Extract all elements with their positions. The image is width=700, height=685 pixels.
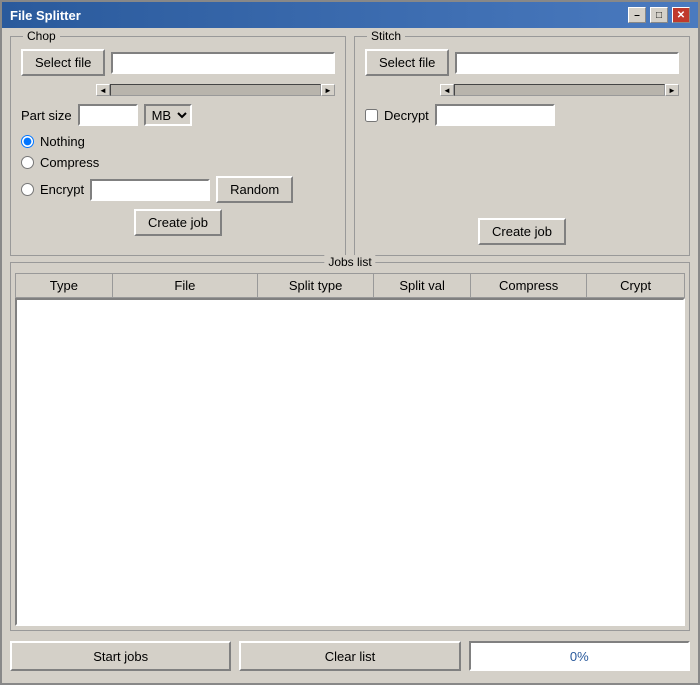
chop-panel: Chop Select file ◄ ► Par [10,36,346,256]
stitch-select-file-button[interactable]: Select file [365,49,449,76]
chop-select-row: Select file [21,49,335,76]
encrypt-row: Encrypt Random [21,176,335,203]
stitch-scroll-right-arrow[interactable]: ► [665,84,679,96]
chop-create-job-button[interactable]: Create job [134,209,222,236]
encrypt-radio[interactable] [21,183,34,196]
chop-create-job-row: Create job [21,209,335,236]
clear-list-button[interactable]: Clear list [239,641,460,671]
stitch-create-job-row: Create job [365,218,679,245]
jobs-list-section: Jobs list Type File Split type Split val… [10,262,690,631]
compress-radio[interactable] [21,156,34,169]
col-split-val: Split val [374,274,471,297]
title-bar-controls: – □ ✕ [628,7,690,23]
part-size-label: Part size [21,108,72,123]
chop-scroll-track[interactable] [110,84,321,96]
table-container: Type File Split type Split val Compress … [11,273,689,630]
part-size-input[interactable] [78,104,138,126]
chop-file-input[interactable] [111,52,335,74]
chop-scroll-right-arrow[interactable]: ► [321,84,335,96]
start-jobs-button[interactable]: Start jobs [10,641,231,671]
title-bar: File Splitter – □ ✕ [2,2,698,28]
chop-select-file-button[interactable]: Select file [21,49,105,76]
stitch-legend: Stitch [367,29,405,43]
stitch-file-input[interactable] [455,52,679,74]
part-size-unit-select[interactable]: MB KB GB [144,104,192,126]
close-button[interactable]: ✕ [672,7,690,23]
top-panels: Chop Select file ◄ ► Par [10,36,690,256]
stitch-scroll-track[interactable] [454,84,665,96]
decrypt-password-input[interactable] [435,104,555,126]
jobs-list-legend: Jobs list [324,255,375,269]
col-compress: Compress [471,274,587,297]
maximize-button[interactable]: □ [650,7,668,23]
compress-label[interactable]: Compress [40,155,99,170]
table-body [15,298,685,626]
nothing-label[interactable]: Nothing [40,134,85,149]
main-window: File Splitter – □ ✕ Chop Select file [0,0,700,685]
chop-scroll-left-arrow[interactable]: ◄ [96,84,110,96]
part-size-row: Part size MB KB GB [21,104,335,126]
encrypt-label[interactable]: Encrypt [40,182,84,197]
compress-radio-row: Compress [21,155,335,170]
stitch-select-row: Select file [365,49,679,76]
chop-legend: Chop [23,29,60,43]
col-file: File [113,274,258,297]
stitch-scroll-left-arrow[interactable]: ◄ [440,84,454,96]
progress-display: 0% [469,641,690,671]
stitch-scrollbar-row: ◄ ► [365,84,679,96]
encrypt-password-input[interactable] [90,179,210,201]
table-header: Type File Split type Split val Compress … [15,273,685,298]
nothing-radio[interactable] [21,135,34,148]
stitch-panel: Stitch Select file ◄ ► [354,36,690,256]
random-button[interactable]: Random [216,176,293,203]
chop-scrollbar-row: ◄ ► [21,84,335,96]
decrypt-row: Decrypt [365,104,679,126]
minimize-button[interactable]: – [628,7,646,23]
window-title: File Splitter [10,8,81,23]
col-split-type: Split type [258,274,374,297]
decrypt-label[interactable]: Decrypt [384,108,429,123]
bottom-bar: Start jobs Clear list 0% [10,637,690,675]
col-type: Type [16,274,113,297]
stitch-create-job-button[interactable]: Create job [478,218,566,245]
window-content: Chop Select file ◄ ► Par [2,28,698,683]
decrypt-checkbox[interactable] [365,109,378,122]
col-crypt: Crypt [587,274,684,297]
nothing-radio-row: Nothing [21,134,335,149]
